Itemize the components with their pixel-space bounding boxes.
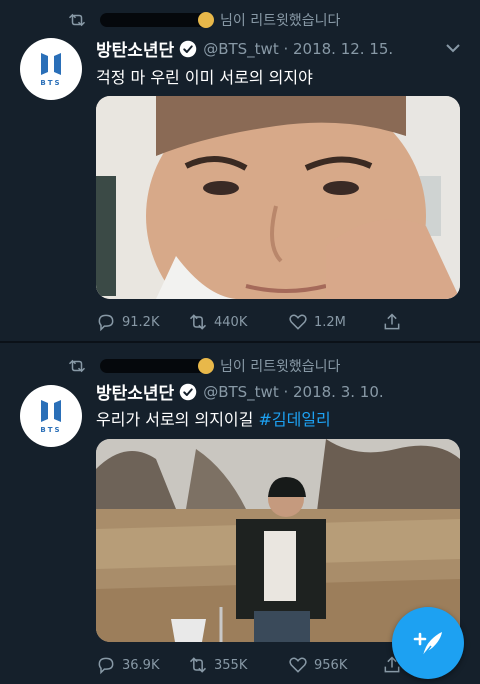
like-action[interactable]: 956K xyxy=(288,655,347,675)
display-name[interactable]: 방탄소년단 xyxy=(96,379,174,404)
redacted-username xyxy=(100,12,214,28)
share-action[interactable] xyxy=(382,312,408,332)
retweet-icon xyxy=(189,657,207,673)
tweet-header: 방탄소년단 @BTS_twt · 2018. 12. 15. xyxy=(96,36,394,62)
like-count: 956K xyxy=(314,657,348,673)
heart-icon xyxy=(289,657,307,673)
verified-badge-icon xyxy=(179,40,197,57)
avatar[interactable]: BTS xyxy=(20,38,82,100)
field-photo-image xyxy=(96,439,460,642)
share-icon xyxy=(384,313,400,330)
reply-action[interactable]: 36.9K xyxy=(96,655,159,675)
like-action[interactable]: 1.2M xyxy=(288,312,346,332)
tweet-actions: 91.2K 440K 1.2M xyxy=(96,312,460,332)
tweet-text: 걱정 마 우린 이미 서로의 의지야 xyxy=(96,64,313,88)
reply-count: 36.9K xyxy=(122,657,160,673)
retweet-action[interactable]: 440K xyxy=(188,312,247,332)
redacted-username xyxy=(100,358,214,374)
retweet-icon xyxy=(189,314,207,330)
avatar-logo-text: BTS xyxy=(40,426,62,434)
avatar[interactable]: BTS xyxy=(20,385,82,447)
retweet-count: 440K xyxy=(214,314,248,330)
retweet-label: 님이 리트윗했습니다 xyxy=(220,359,341,375)
reply-icon xyxy=(98,657,114,675)
heart-icon xyxy=(289,314,307,330)
retweet-label: 님이 리트윗했습니다 xyxy=(220,13,341,29)
retweet-icon xyxy=(68,13,86,27)
bts-logo-icon xyxy=(41,53,61,75)
tweet-header: 방탄소년단 @BTS_twt · 2018. 3. 10. xyxy=(96,379,384,405)
verified-badge-icon xyxy=(179,383,197,400)
tweet-text-content: 걱정 마 우린 이미 서로의 의지야 xyxy=(96,68,313,87)
handle-and-date: @BTS_twt · 2018. 3. 10. xyxy=(203,382,384,401)
hashtag-link[interactable]: #김데일리 xyxy=(258,410,330,429)
bts-logo-icon xyxy=(41,400,61,422)
tweet-media-photo[interactable] xyxy=(96,96,460,299)
tweet-text-content: 우리가 서로의 의지이길 xyxy=(96,410,259,429)
compose-tweet-icon xyxy=(413,632,442,657)
handle-and-date: @BTS_twt · 2018. 12. 15. xyxy=(203,39,394,58)
compose-tweet-button[interactable] xyxy=(392,607,464,679)
retweet-icon xyxy=(68,359,86,373)
selfie-photo-image xyxy=(96,96,460,299)
reply-icon xyxy=(98,314,114,332)
tweet-text: 우리가 서로의 의지이길 #김데일리 xyxy=(96,406,331,430)
reply-action[interactable]: 91.2K xyxy=(96,312,159,332)
display-name[interactable]: 방탄소년단 xyxy=(96,36,174,61)
retweet-context: 님이 리트윗했습니다 xyxy=(68,10,340,30)
avatar-logo-text: BTS xyxy=(40,79,62,87)
retweet-action[interactable]: 355K xyxy=(188,655,247,675)
tweet-media-photo[interactable] xyxy=(96,439,460,642)
reply-count: 91.2K xyxy=(122,314,160,330)
tweet-1[interactable]: 님이 리트윗했습니다 BTS 방탄소년단 @BTS_twt · 2018. 12… xyxy=(0,0,480,342)
retweet-context: 님이 리트윗했습니다 xyxy=(68,356,340,376)
like-count: 1.2M xyxy=(314,314,346,330)
retweet-count: 355K xyxy=(214,657,248,673)
chevron-down-icon[interactable] xyxy=(446,44,460,53)
